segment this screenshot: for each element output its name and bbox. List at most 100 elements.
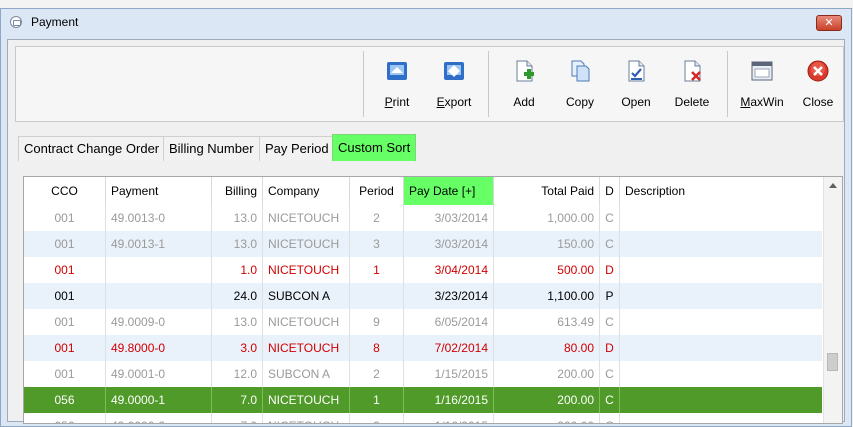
cell-pay-date: 1/16/2015 (404, 413, 494, 423)
column-header-d[interactable]: D (600, 177, 620, 205)
table-row[interactable]: 056 49.0000-1 7.0 NICETOUCH 1 1/16/2015 200.00… (24, 387, 822, 413)
cell-total-paid: 1,000.00 (494, 205, 600, 231)
copy-icon (571, 60, 590, 82)
cell-payment (106, 257, 212, 283)
cell-d: D (600, 257, 620, 283)
app-icon (10, 16, 22, 28)
cell-pay-date: 3/04/2014 (404, 257, 494, 283)
cell-d: C (600, 205, 620, 231)
cell-billing: 13.0 (212, 309, 263, 335)
cell-pay-date: 1/15/2015 (404, 361, 494, 387)
cell-description (620, 335, 822, 361)
tab-custom-sort[interactable]: Custom Sort (332, 134, 417, 161)
cell-description (620, 413, 822, 423)
table-row[interactable]: 001 49.0009-0 13.0 NICETOUCH 9 6/05/2014 613.4… (24, 309, 822, 335)
delete-label: Delete (674, 95, 710, 109)
payment-window: Payment ✕ Print Export Add Copy Open Del… (0, 8, 852, 427)
cell-billing: 13.0 (212, 205, 263, 231)
scroll-up-arrow-icon[interactable] (829, 183, 837, 188)
export-button[interactable]: Export (426, 53, 482, 117)
grid-header: CCO Payment Billing Company Period Pay D… (24, 177, 822, 205)
table-row[interactable]: 001 1.0 NICETOUCH 1 3/04/2014 500.00 D (24, 257, 822, 283)
cell-company: NICETOUCH (263, 309, 350, 335)
cell-pay-date: 7/02/2014 (404, 335, 494, 361)
column-header-total-paid[interactable]: Total Paid (494, 177, 600, 205)
cell-payment: 49.0009-0 (106, 309, 212, 335)
column-header-period[interactable]: Period (350, 177, 404, 205)
cell-description (620, 231, 822, 257)
table-row[interactable]: 001 49.0001-0 12.0 SUBCON A 2 1/15/2015 200.00… (24, 361, 822, 387)
cell-billing: 1.0 (212, 257, 263, 283)
open-label: Open (621, 95, 651, 109)
cell-cco: 001 (24, 231, 106, 257)
add-label: Add (513, 95, 535, 109)
column-header-payment[interactable]: Payment (106, 177, 212, 205)
cell-description (620, 257, 822, 283)
cell-period: 3 (350, 231, 404, 257)
title-bar[interactable]: Payment ✕ (1, 9, 851, 37)
close-button[interactable]: Close (790, 53, 846, 117)
delete-button[interactable]: Delete (664, 53, 720, 117)
cell-billing: 13.0 (212, 231, 263, 257)
copy-button[interactable]: Copy (552, 53, 608, 117)
add-button[interactable]: Add (496, 53, 552, 117)
cell-company: SUBCON A (263, 361, 350, 387)
toolbar-separator (727, 51, 728, 117)
cell-period: 1 (350, 257, 404, 283)
table-row[interactable]: 001 24.0 SUBCON A 3/23/2014 1,100.00 P (24, 283, 822, 309)
cell-d: C (600, 231, 620, 257)
tab-pay-period[interactable]: Pay Period (259, 136, 335, 161)
cell-payment: 49.8000-0 (106, 335, 212, 361)
print-button[interactable]: Print (369, 53, 425, 117)
open-button[interactable]: Open (608, 53, 664, 117)
cell-cco: 001 (24, 205, 106, 231)
cell-total-paid: 80.00 (494, 335, 600, 361)
copy-label: Copy (565, 95, 594, 109)
vertical-scrollbar[interactable] (823, 177, 842, 423)
cell-company: NICETOUCH (263, 205, 350, 231)
print-label: Print (384, 95, 410, 109)
cell-company: NICETOUCH (263, 413, 350, 423)
cell-pay-date: 3/03/2014 (404, 205, 494, 231)
tab-billing-number[interactable]: Billing Number (163, 136, 260, 161)
close-circle-icon (807, 60, 829, 82)
table-row[interactable]: 001 49.8000-0 3.0 NICETOUCH 8 7/02/2014 80.00 D (24, 335, 822, 361)
cell-pay-date: 3/23/2014 (404, 283, 494, 309)
cell-company: SUBCON A (263, 283, 350, 309)
cell-payment: 49.0013-0 (106, 205, 212, 231)
print-icon (387, 62, 407, 80)
toolbar-separator (488, 51, 489, 117)
cell-cco: 001 (24, 361, 106, 387)
column-header-company[interactable]: Company (263, 177, 350, 205)
cell-d: C (600, 309, 620, 335)
cell-cco: 056 (24, 387, 106, 413)
column-header-cco[interactable]: CCO (24, 177, 106, 205)
tab-contract-change-order[interactable]: Contract Change Order (18, 136, 166, 161)
window-close-button[interactable]: ✕ (816, 15, 842, 31)
column-header-description[interactable]: Description (620, 177, 822, 205)
maxwin-button[interactable]: MaxWin (734, 53, 790, 117)
scrollbar-thumb[interactable] (827, 353, 838, 371)
column-header-pay-date[interactable]: Pay Date [+] (404, 177, 494, 205)
cell-description (620, 309, 822, 335)
cell-description (620, 361, 822, 387)
cell-payment (106, 283, 212, 309)
cell-cco: 056 (24, 413, 106, 423)
cell-total-paid: 150.00 (494, 231, 600, 257)
cell-total-paid: 613.49 (494, 309, 600, 335)
table-row[interactable]: 001 49.0013-0 13.0 NICETOUCH 2 3/03/2014 1,000… (24, 205, 822, 231)
cell-description (620, 283, 822, 309)
cell-company: NICETOUCH (263, 257, 350, 283)
table-row[interactable]: 001 49.0013-1 13.0 NICETOUCH 3 3/03/2014 150.0… (24, 231, 822, 257)
cell-description (620, 387, 822, 413)
column-header-billing[interactable]: Billing (212, 177, 263, 205)
cell-billing: 7.0 (212, 413, 263, 423)
cell-description (620, 205, 822, 231)
export-label: Export (436, 95, 472, 109)
maximize-window-icon (751, 61, 773, 81)
cell-company: NICETOUCH (263, 231, 350, 257)
cell-pay-date: 3/03/2014 (404, 231, 494, 257)
delete-document-icon (684, 60, 701, 82)
table-row[interactable]: 05649.0000-27.0NICETOUCH21/16/2015290.00… (24, 413, 822, 423)
cell-period: 9 (350, 309, 404, 335)
